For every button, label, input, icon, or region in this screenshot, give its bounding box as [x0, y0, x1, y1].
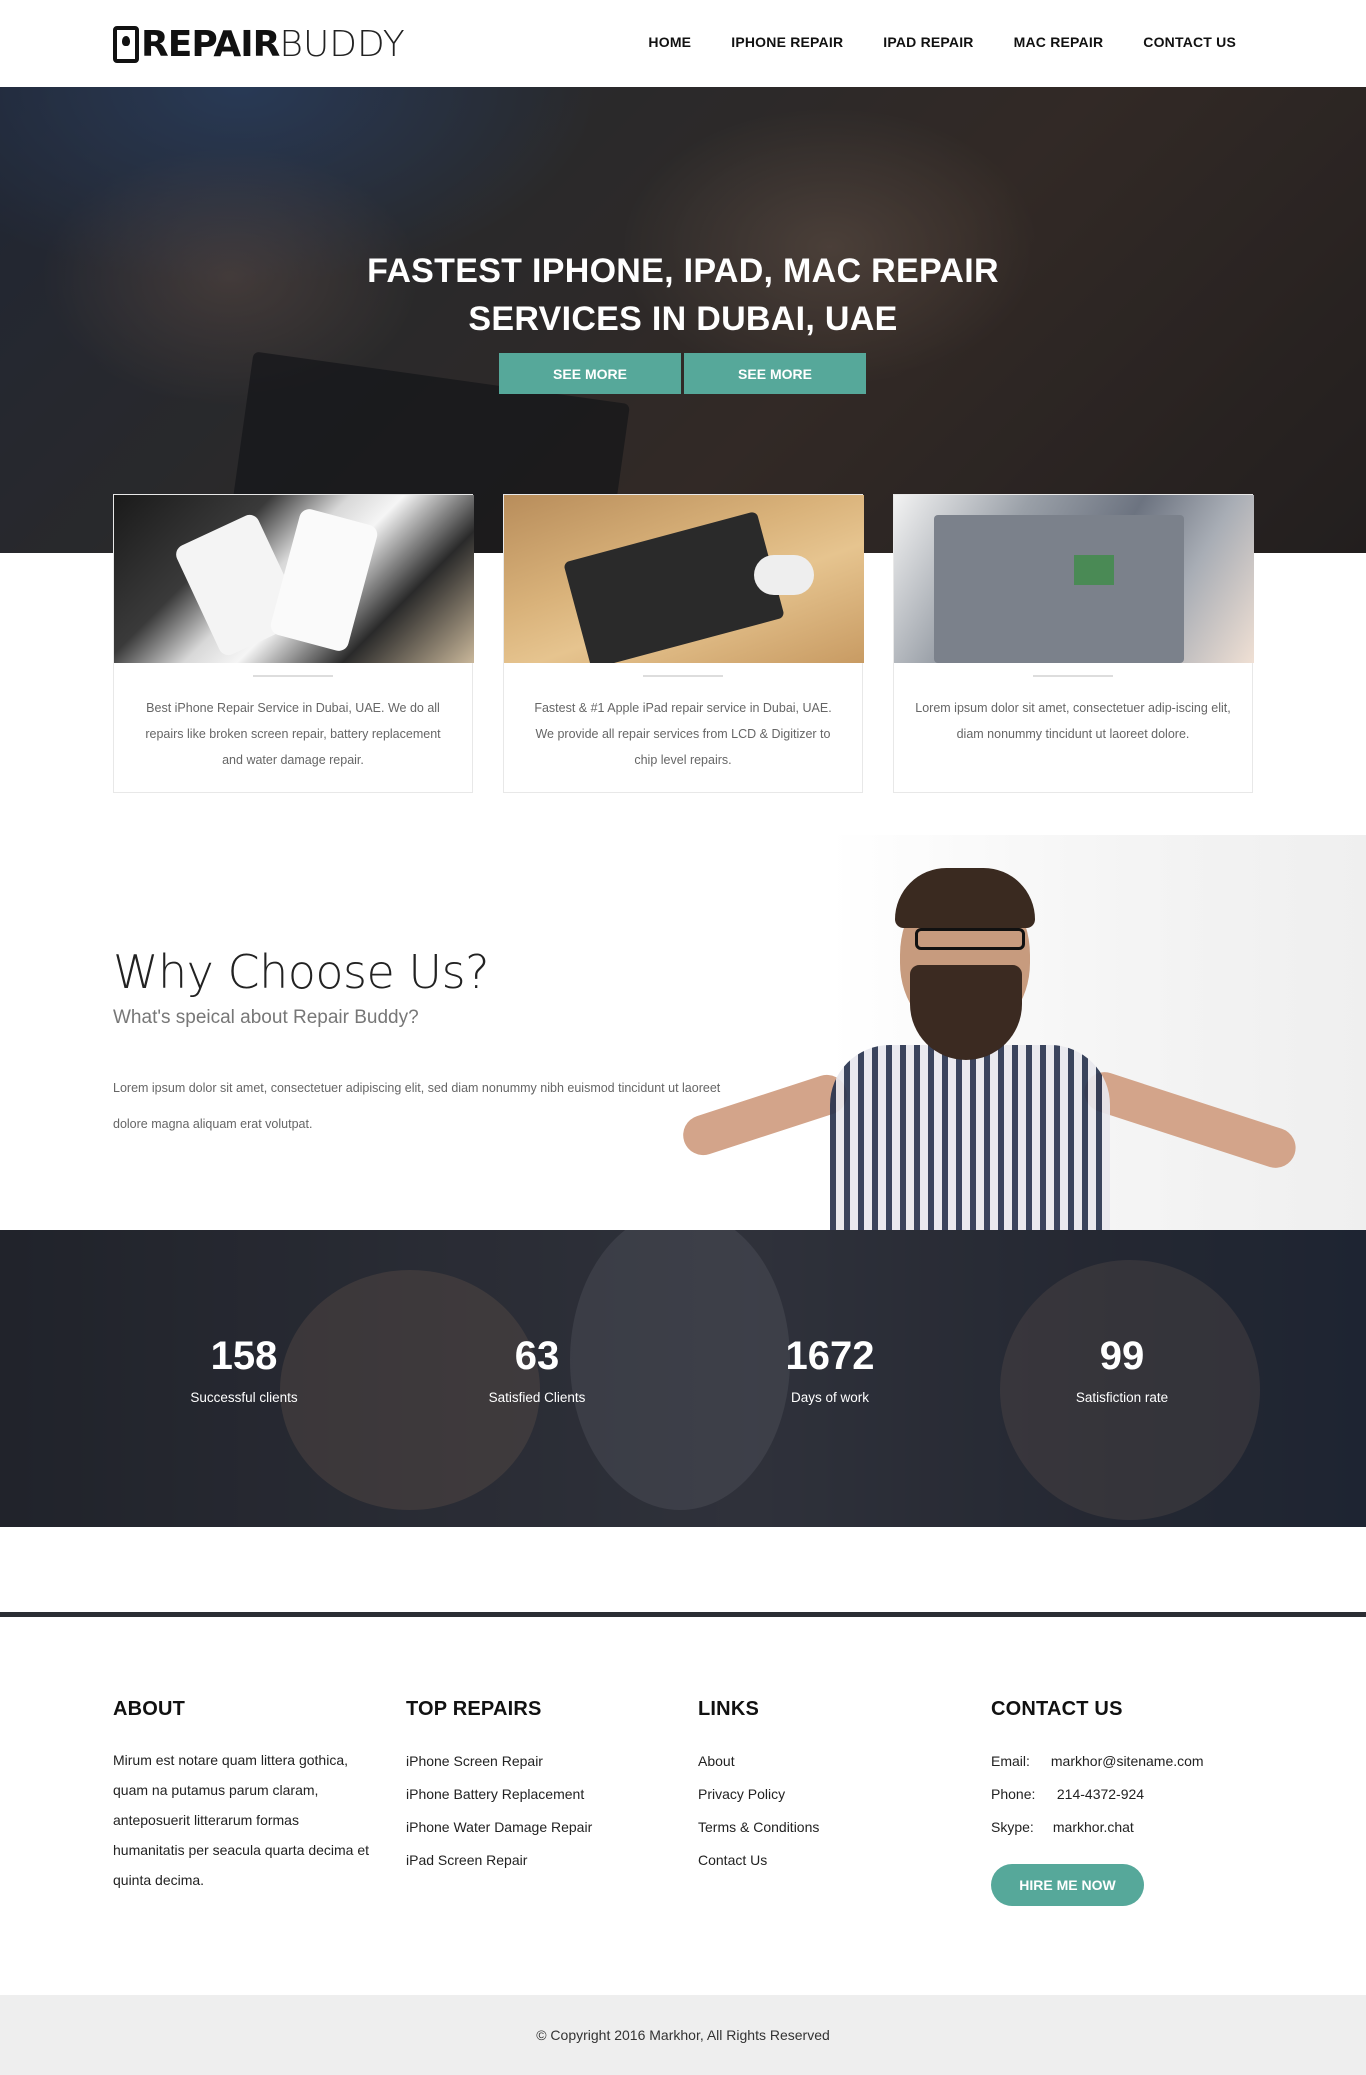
nav-ipad-repair[interactable]: IPAD REPAIR — [883, 34, 973, 50]
main-nav: HOME IPHONE REPAIR IPAD REPAIR MAC REPAI… — [648, 34, 1236, 50]
stat-satisfied-clients: 63 Satisfied Clients — [437, 1332, 637, 1405]
person-glasses — [915, 928, 1025, 950]
phone-value[interactable]: 214-4372-924 — [1057, 1786, 1144, 1802]
card-description: Best iPhone Repair Service in Dubai, UAE… — [145, 701, 441, 767]
ipad-repair-image — [504, 495, 864, 663]
site-header: REPAIR BUDDY HOME IPHONE REPAIR IPAD REP… — [0, 0, 1366, 87]
email-label: Email: — [991, 1753, 1030, 1769]
footer-link[interactable]: Terms & Conditions — [698, 1811, 819, 1844]
logo-text-light: BUDDY — [279, 23, 405, 65]
phone-label: Phone: — [991, 1786, 1036, 1802]
stat-value: 1672 — [785, 1334, 875, 1378]
hero-title-line2: SERVICES IN DUBAI, UAE — [468, 300, 898, 338]
footer-about-text: Mirum est notare quam littera gothica, q… — [113, 1752, 370, 1888]
hero-title: FASTEST IPHONE, IPAD, MAC REPAIR SERVICE… — [0, 247, 1366, 343]
card-description: Lorem ipsum dolor sit amet, consectetuer… — [915, 701, 1231, 741]
nav-contact-us[interactable]: CONTACT US — [1143, 34, 1236, 50]
mac-repair-image — [894, 495, 1254, 663]
person-shirt — [830, 1045, 1110, 1230]
service-card-iphone[interactable]: Best iPhone Repair Service in Dubai, UAE… — [113, 494, 474, 793]
hero-title-line1: FASTEST IPHONE, IPAD, MAC REPAIR — [367, 252, 999, 290]
stat-label: Satisfied Clients — [488, 1390, 586, 1405]
why-subtitle: What's speical about Repair Buddy? — [113, 1007, 419, 1028]
site-footer: ABOUT Mirum est notare quam littera goth… — [0, 1617, 1366, 1995]
footer-about-heading: ABOUT — [113, 1698, 186, 1720]
stat-satisfaction-rate: 99 Satisfiction rate — [1022, 1332, 1222, 1405]
email-value[interactable]: markhor@sitename.com — [1051, 1753, 1204, 1769]
footer-top-repairs: TOP REPAIRS iPhone Screen Repair iPhone … — [406, 1698, 592, 1877]
why-title: Why Choose Us? — [113, 945, 489, 999]
skype-value[interactable]: markhor.chat — [1053, 1819, 1134, 1835]
see-more-button-1[interactable]: SEE MORE — [499, 353, 681, 394]
card-description: Fastest & #1 Apple iPad repair service i… — [534, 701, 832, 767]
footer-contact: CONTACT US Email: markhor@sitename.com P… — [991, 1698, 1204, 1906]
macbook-internals-shape — [934, 515, 1184, 663]
ipad-shape — [563, 510, 785, 663]
footer-links: LINKS About Privacy Policy Terms & Condi… — [698, 1698, 819, 1877]
footer-repair-link[interactable]: iPhone Battery Replacement — [406, 1778, 592, 1811]
service-card-ipad[interactable]: Fastest & #1 Apple iPad repair service i… — [503, 494, 864, 793]
see-more-button-2[interactable]: SEE MORE — [684, 353, 866, 394]
stat-label: Satisfiction rate — [1075, 1390, 1169, 1405]
nav-iphone-repair[interactable]: IPHONE REPAIR — [731, 34, 843, 50]
contact-phone-row: Phone: 214-4372-924 — [991, 1778, 1204, 1811]
person-hair — [895, 868, 1035, 928]
stat-value: 99 — [1099, 1334, 1145, 1378]
footer-about: ABOUT Mirum est notare quam littera goth… — [113, 1698, 373, 1895]
footer-link[interactable]: Privacy Policy — [698, 1778, 819, 1811]
why-choose-us-section: Why Choose Us? What's speical about Repa… — [0, 835, 1366, 1230]
phone-logo-icon — [113, 25, 139, 63]
footer-top-repairs-heading: TOP REPAIRS — [406, 1698, 542, 1720]
copyright-text: © Copyright 2016 Markhor, All Rights Res… — [536, 2027, 830, 2043]
phone-shape — [268, 506, 380, 654]
contact-email-row: Email: markhor@sitename.com — [991, 1745, 1204, 1778]
board-shape — [1074, 555, 1114, 585]
iphone-repair-image — [114, 495, 474, 663]
stats-section: 158 Successful clients 63 Satisfied Clie… — [0, 1230, 1366, 1527]
service-card-mac[interactable]: Lorem ipsum dolor sit amet, consectetuer… — [893, 494, 1254, 793]
service-cards: Best iPhone Repair Service in Dubai, UAE… — [113, 494, 1254, 793]
stat-successful-clients: 158 Successful clients — [144, 1332, 344, 1405]
bearded-man-image — [600, 835, 1366, 1230]
hero-banner: FASTEST IPHONE, IPAD, MAC REPAIR SERVICE… — [0, 87, 1366, 553]
stat-label: Days of work — [790, 1390, 870, 1405]
glove-shape — [754, 555, 814, 595]
contact-skype-row: Skype: markhor.chat — [991, 1811, 1204, 1844]
hero-buttons: SEE MORE SEE MORE — [499, 353, 866, 394]
nav-mac-repair[interactable]: MAC REPAIR — [1014, 34, 1104, 50]
stat-label: Successful clients — [190, 1390, 298, 1405]
hire-me-now-button[interactable]: HIRE ME NOW — [991, 1864, 1144, 1906]
footer-contact-heading: CONTACT US — [991, 1698, 1123, 1720]
footer-repair-link[interactable]: iPhone Screen Repair — [406, 1745, 592, 1778]
footer-repair-link[interactable]: iPad Screen Repair — [406, 1844, 592, 1877]
logo-text-bold: REPAIR — [141, 23, 280, 65]
stat-value: 63 — [514, 1334, 560, 1378]
copyright-bar: © Copyright 2016 Markhor, All Rights Res… — [0, 1995, 1366, 2075]
footer-link[interactable]: Contact Us — [698, 1844, 819, 1877]
footer-link[interactable]: About — [698, 1745, 819, 1778]
stat-value: 158 — [210, 1334, 278, 1378]
skype-label: Skype: — [991, 1819, 1034, 1835]
footer-links-heading: LINKS — [698, 1698, 759, 1720]
site-logo[interactable]: REPAIR BUDDY — [113, 23, 405, 65]
stat-days-of-work: 1672 Days of work — [730, 1332, 930, 1405]
footer-repair-link[interactable]: iPhone Water Damage Repair — [406, 1811, 592, 1844]
why-text: Lorem ipsum dolor sit amet, consectetuer… — [113, 1081, 721, 1131]
nav-home[interactable]: HOME — [648, 34, 691, 50]
